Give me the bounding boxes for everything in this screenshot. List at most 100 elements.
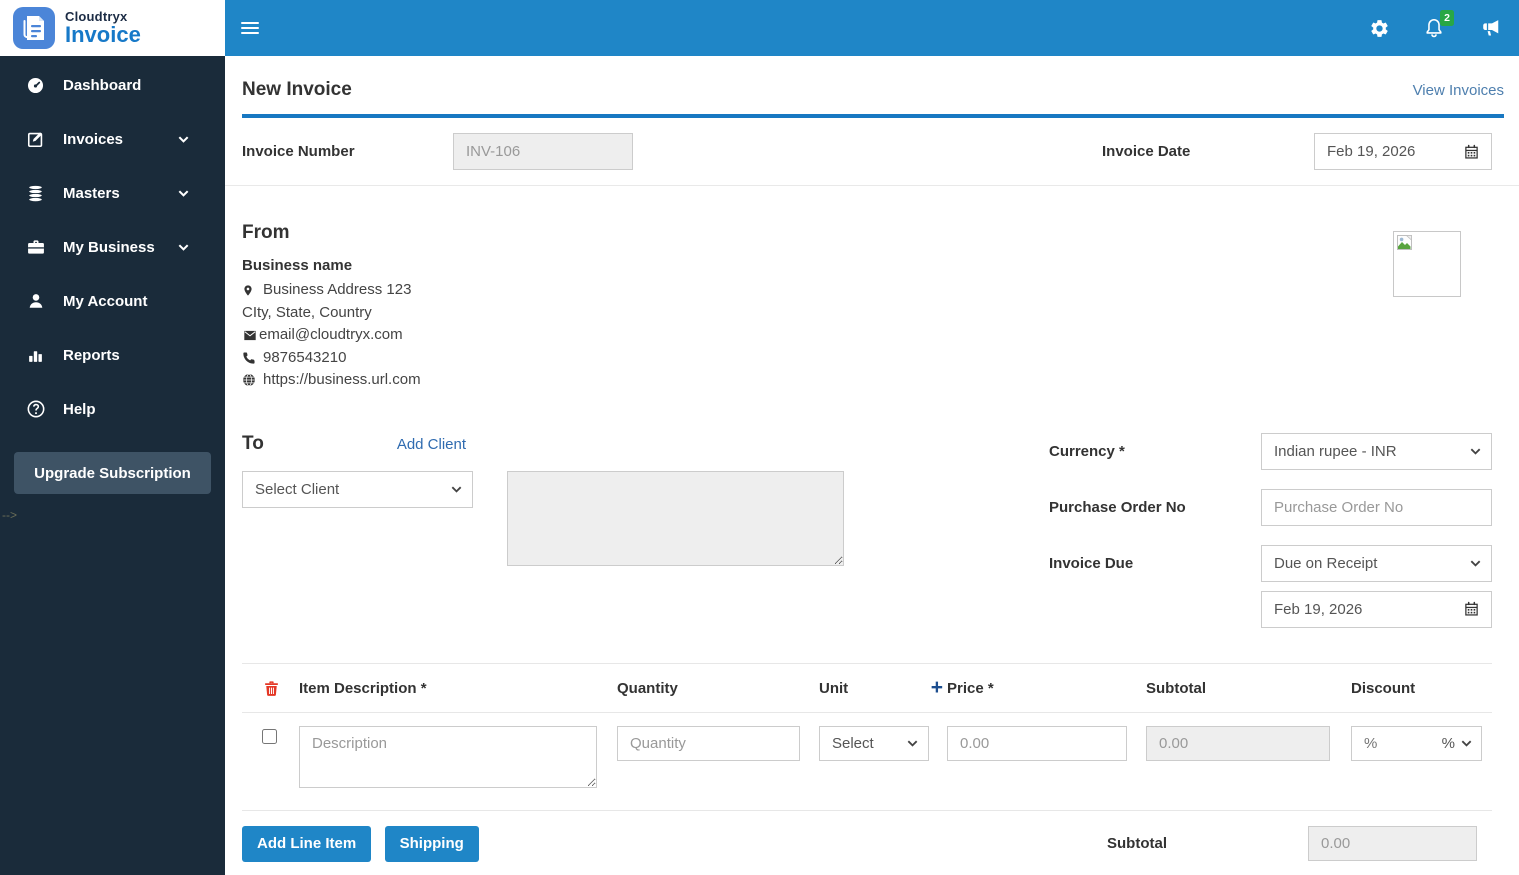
chevron-down-icon — [177, 187, 190, 200]
sidebar-item-label: Masters — [63, 184, 120, 202]
unit-dropdown[interactable]: Select — [819, 725, 929, 761]
chevron-down-icon — [177, 241, 190, 254]
app-logo-icon — [13, 7, 55, 49]
invoice-number-field[interactable] — [453, 133, 633, 170]
from-section: From Business name Business Address 123 … — [225, 186, 1519, 392]
to-heading: To — [242, 432, 264, 454]
broken-image-icon — [1397, 235, 1412, 250]
business-address-line2: CIty, State, Country — [242, 303, 372, 321]
select-client-dropdown[interactable]: Select Client — [242, 470, 473, 508]
pencil-square-icon — [25, 130, 46, 149]
main-content: New Invoice View Invoices Invoice Number… — [225, 56, 1519, 875]
briefcase-icon — [25, 237, 46, 257]
app-logo[interactable]: Cloudtryx Invoice — [0, 0, 225, 56]
notification-count-badge: 2 — [1440, 10, 1454, 26]
business-website: https://business.url.com — [242, 369, 421, 392]
sidebar-item-label: Dashboard — [63, 76, 142, 94]
subtotal-label: Subtotal — [1107, 835, 1167, 852]
hamburger-menu-icon[interactable] — [241, 21, 259, 35]
discount-control: % — [1351, 725, 1482, 761]
brand-product: Invoice — [65, 22, 141, 47]
header-price: Price * — [947, 679, 994, 697]
sidebar-item-masters[interactable]: Masters — [0, 166, 225, 220]
bar-chart-icon — [25, 347, 46, 364]
sidebar-item-label: My Business — [63, 238, 155, 256]
discount-unit-value: % — [1441, 734, 1455, 752]
comment-artifact: --> — [2, 508, 17, 522]
line-items-header-row: Item Description * Quantity Unit + Price… — [242, 664, 1492, 713]
settings-gear-icon[interactable] — [1369, 18, 1390, 39]
user-icon — [25, 292, 46, 310]
gauge-icon — [25, 76, 46, 95]
chevron-down-icon[interactable] — [1460, 737, 1473, 750]
envelope-icon — [242, 329, 258, 342]
business-email: email@cloudtryx.com — [242, 324, 421, 347]
currency-dropdown[interactable]: Indian rupee - INR — [1261, 432, 1492, 470]
purchase-order-input[interactable] — [1261, 488, 1492, 526]
page-title: New Invoice — [242, 79, 352, 100]
shipping-button[interactable]: Shipping — [384, 825, 479, 862]
business-phone: 9876543210 — [242, 347, 421, 370]
sidebar-item-invoices[interactable]: Invoices — [0, 112, 225, 166]
invoice-due-label: Invoice Due — [1049, 554, 1134, 572]
delete-rows-trash-icon[interactable] — [263, 679, 280, 698]
sidebar-item-dashboard[interactable]: Dashboard — [0, 58, 225, 112]
add-line-item-button[interactable]: Add Line Item — [242, 825, 372, 862]
database-icon — [25, 184, 46, 203]
header-item-description: Item Description * — [299, 679, 427, 697]
header-subtotal: Subtotal — [1146, 679, 1206, 697]
subtotal-row: Subtotal — [1107, 826, 1492, 861]
header-discount: Discount — [1351, 679, 1416, 697]
discount-value-input[interactable] — [1352, 734, 1442, 752]
add-client-link[interactable]: Add Client — [397, 436, 466, 453]
from-heading: From — [242, 222, 290, 243]
invoice-date-field[interactable]: Feb 19, 2026 — [1314, 133, 1492, 170]
header-quantity: Quantity — [617, 679, 678, 697]
chevron-down-icon — [177, 133, 190, 146]
topbar: 2 — [225, 0, 1519, 56]
item-description-textarea[interactable] — [299, 725, 597, 788]
row-select-checkbox[interactable] — [262, 728, 277, 744]
add-column-plus-icon[interactable]: + — [931, 677, 943, 698]
line-items-table: Item Description * Quantity Unit + Price… — [242, 662, 1492, 811]
quantity-input[interactable] — [617, 725, 800, 761]
currency-label: Currency * — [1049, 442, 1125, 460]
subtotal-total-field — [1308, 826, 1477, 861]
price-input[interactable] — [947, 725, 1127, 761]
business-name: Business name — [242, 257, 353, 274]
sidebar-item-reports[interactable]: Reports — [0, 328, 225, 382]
globe-icon — [242, 373, 258, 387]
calendar-icon — [1464, 601, 1479, 617]
calendar-icon — [1464, 144, 1479, 160]
to-section: To Add Client Select Client — [242, 433, 844, 566]
business-logo-placeholder — [1393, 231, 1461, 297]
due-date-field[interactable]: Feb 19, 2026 — [1261, 590, 1492, 628]
sidebar-item-help[interactable]: Help — [0, 382, 225, 436]
sidebar-item-my-account[interactable]: My Account — [0, 274, 225, 328]
sidebar: Cloudtryx Invoice Dashboard Invoices Mas… — [0, 0, 225, 875]
invoice-meta-row: Invoice Number Invoice Date Feb 19, 2026 — [225, 118, 1519, 186]
business-address-line1: Business Address 123 — [242, 279, 421, 302]
sidebar-item-label: Invoices — [63, 130, 124, 148]
invoice-date-label: Invoice Date — [1102, 143, 1191, 160]
client-address-textarea[interactable] — [507, 470, 844, 566]
to-details-section: To Add Client Select Client Currency * I… — [225, 392, 1519, 628]
announcements-megaphone-icon[interactable] — [1478, 17, 1502, 39]
sidebar-item-label: Help — [63, 400, 96, 418]
purchase-order-label: Purchase Order No — [1049, 498, 1186, 516]
notifications-bell-icon[interactable]: 2 — [1423, 10, 1454, 39]
sidebar-item-label: My Account — [63, 292, 148, 310]
view-invoices-link[interactable]: View Invoices — [1413, 82, 1504, 99]
sidebar-nav: Dashboard Invoices Masters My Business M… — [0, 56, 225, 436]
question-circle-icon — [25, 399, 46, 419]
sidebar-item-my-business[interactable]: My Business — [0, 220, 225, 274]
invoice-due-dropdown[interactable]: Due on Receipt — [1261, 544, 1492, 582]
invoice-details-section: Currency * Indian rupee - INR Purchase O… — [1049, 432, 1492, 628]
row-subtotal-field — [1146, 725, 1330, 761]
items-footer: Add Line Item Shipping Subtotal — [242, 825, 1492, 862]
header-unit: Unit — [819, 679, 849, 697]
phone-icon — [242, 351, 258, 365]
line-item-row: Select % — [242, 713, 1492, 811]
sidebar-item-label: Reports — [63, 346, 120, 364]
upgrade-subscription-button[interactable]: Upgrade Subscription — [14, 452, 211, 494]
